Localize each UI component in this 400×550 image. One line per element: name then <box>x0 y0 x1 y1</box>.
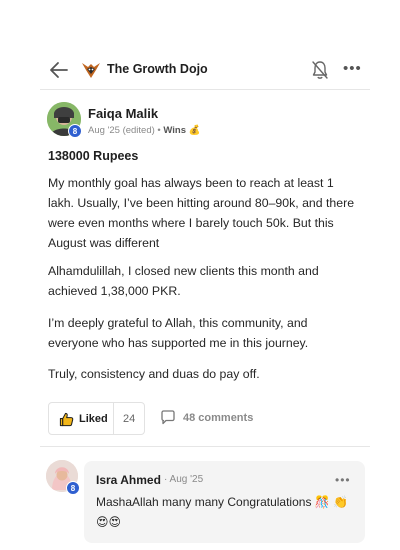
like-divider <box>113 403 114 434</box>
post-paragraph: My monthly goal has always been to reach… <box>48 176 355 250</box>
comment-time[interactable]: · Aug '25 <box>164 474 203 485</box>
post-meta: Aug '25 (edited) • Wins 💰 <box>88 125 200 136</box>
comment-bubble: Isra Ahmed · Aug '25 ••• MashaAllah many… <box>84 461 365 543</box>
like-label: Liked <box>79 413 108 425</box>
post-title: 138000 Rupees <box>48 149 139 163</box>
post-paragraph: I’m deeply grateful to Allah, this commu… <box>48 316 309 350</box>
more-options-button[interactable]: ••• <box>343 61 362 76</box>
money-bag-icon: 💰 <box>188 125 201 136</box>
comment-icon[interactable] <box>160 410 176 425</box>
post-category[interactable]: Wins <box>163 125 186 136</box>
top-bar: The Growth Dojo ••• <box>0 52 400 88</box>
level-badge: 8 <box>66 481 80 495</box>
group-logo-icon[interactable] <box>80 58 102 80</box>
like-button[interactable]: Liked 24 <box>48 402 145 435</box>
header-divider <box>40 89 370 90</box>
post-paragraph: Alhamdulillah, I closed new clients this… <box>48 264 319 298</box>
post-author-name[interactable]: Faiqa Malik <box>88 106 158 121</box>
bell-off-icon[interactable] <box>310 59 330 81</box>
level-badge: 8 <box>68 124 82 138</box>
group-name[interactable]: The Growth Dojo <box>107 62 208 76</box>
comment-author-name[interactable]: Isra Ahmed <box>96 473 161 487</box>
comment-text: MashaAllah many many Congratulations 🎊 👏… <box>96 495 348 529</box>
like-count[interactable]: 24 <box>123 413 135 425</box>
comments-divider <box>40 446 370 447</box>
thumbs-up-icon <box>59 412 74 427</box>
post-paragraph: Truly, consistency and duas do pay off. <box>48 367 260 381</box>
comments-count[interactable]: 48 comments <box>183 412 253 424</box>
comment-more-button[interactable]: ••• <box>335 474 351 486</box>
arrow-left-icon[interactable] <box>48 60 70 80</box>
post-time[interactable]: Aug '25 (edited) <box>88 125 155 136</box>
